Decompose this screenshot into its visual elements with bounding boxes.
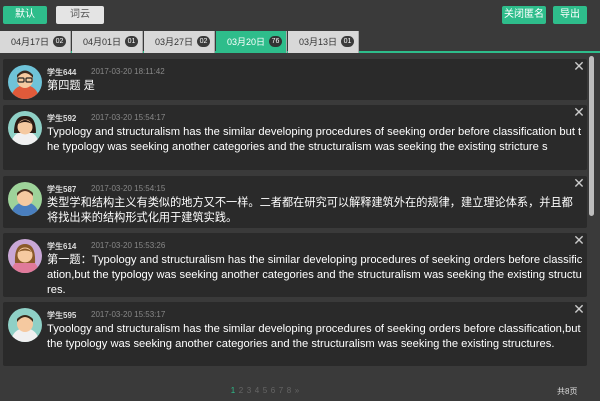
toolbar: 默认 词云 关闭匿名 导出: [0, 0, 600, 28]
post-list: 学生644 2017-03-20 18:11:42 ✕ 第四题 是 学生592 …: [0, 56, 600, 366]
tab-count-badge: 01: [125, 36, 138, 47]
tab-count-badge: 76: [269, 36, 282, 47]
total-pages: 共8页: [557, 387, 578, 396]
post-card: 学生644 2017-03-20 18:11:42 ✕ 第四题 是: [3, 59, 587, 100]
post-timestamp: 2017-03-20 15:53:17: [91, 310, 166, 319]
close-icon[interactable]: ✕: [573, 176, 585, 190]
date-tabs: 04月17日 02 04月01日 01 03月27日 02 03月20日 76 …: [0, 31, 600, 53]
student-name: 学生592: [47, 114, 77, 123]
male-avatar-icon: [8, 308, 42, 342]
tab-label: 04月01日: [83, 37, 122, 47]
student-name: 学生614: [47, 242, 77, 251]
post-timestamp: 2017-03-20 18:11:42: [91, 67, 165, 76]
tab-label: 04月17日: [11, 37, 50, 47]
post-timestamp: 2017-03-20 15:53:26: [91, 241, 166, 250]
post-content: Tyoology and structuralism has the simil…: [47, 323, 581, 350]
close-icon[interactable]: ✕: [573, 105, 585, 119]
page-link-2[interactable]: 2: [237, 386, 245, 395]
post-content: 类型学和结构主义有类似的地方又不一样。二者都在研究可以解释建筑外在的规律，建立理…: [47, 197, 573, 224]
post-content: 第一题：Typology and structuralism has the s…: [47, 254, 583, 296]
default-button[interactable]: 默认: [3, 6, 47, 24]
page-link-1[interactable]: 1: [229, 386, 237, 395]
page-link-7[interactable]: 7: [277, 386, 285, 395]
tab-0313[interactable]: 03月13日 01: [288, 31, 359, 53]
post-content: 第四题 是: [47, 80, 95, 92]
tab-0417[interactable]: 04月17日 02: [0, 31, 71, 53]
close-icon[interactable]: ✕: [573, 302, 585, 316]
tab-0327[interactable]: 03月27日 02: [144, 31, 215, 53]
student-name: 学生595: [47, 311, 77, 320]
page-link-6[interactable]: 6: [269, 386, 277, 395]
male-glasses-avatar-icon: [8, 65, 42, 99]
post-card: 学生592 2017-03-20 15:54:17 ✕ Typology and…: [3, 105, 587, 170]
close-icon[interactable]: ✕: [573, 233, 585, 247]
male-avatar-icon: [8, 182, 42, 216]
scrollbar[interactable]: [589, 56, 594, 216]
female-avatar-icon: [8, 111, 42, 145]
tab-label: 03月13日: [299, 37, 338, 47]
post-card: 学生587 2017-03-20 15:54:15 ✕ 类型学和结构主义有类似的…: [3, 176, 587, 228]
tab-0320[interactable]: 03月20日 76: [216, 31, 287, 53]
page-link-8[interactable]: 8: [285, 386, 293, 395]
student-name: 学生587: [47, 185, 77, 194]
disable-anonymous-button[interactable]: 关闭匿名: [502, 6, 546, 24]
tab-0401[interactable]: 04月01日 01: [72, 31, 143, 53]
post-card: 学生614 2017-03-20 15:53:26 ✕ 第一题：Typology…: [3, 233, 587, 297]
tab-label: 03月20日: [227, 37, 266, 47]
export-button[interactable]: 导出: [553, 6, 587, 24]
female-avatar-icon: [8, 239, 42, 273]
close-icon[interactable]: ✕: [573, 59, 585, 73]
word-cloud-button[interactable]: 词云: [56, 6, 104, 24]
pagination: 1 2 3 4 5 6 7 8»: [229, 386, 301, 395]
student-name: 学生644: [47, 68, 77, 77]
page-link-4[interactable]: 4: [253, 386, 261, 395]
next-page-link[interactable]: »: [293, 386, 301, 395]
post-timestamp: 2017-03-20 15:54:17: [91, 113, 166, 122]
tab-count-badge: 02: [53, 36, 66, 47]
page-link-3[interactable]: 3: [245, 386, 253, 395]
post-content: Typology and structuralism has the simil…: [47, 126, 582, 153]
page-link-5[interactable]: 5: [261, 386, 269, 395]
post-card: 学生595 2017-03-20 15:53:17 ✕ Tyoology and…: [3, 302, 587, 366]
post-timestamp: 2017-03-20 15:54:15: [91, 184, 166, 193]
tab-count-badge: 01: [341, 36, 354, 47]
tab-count-badge: 02: [197, 36, 210, 47]
tab-label: 03月27日: [155, 37, 194, 47]
